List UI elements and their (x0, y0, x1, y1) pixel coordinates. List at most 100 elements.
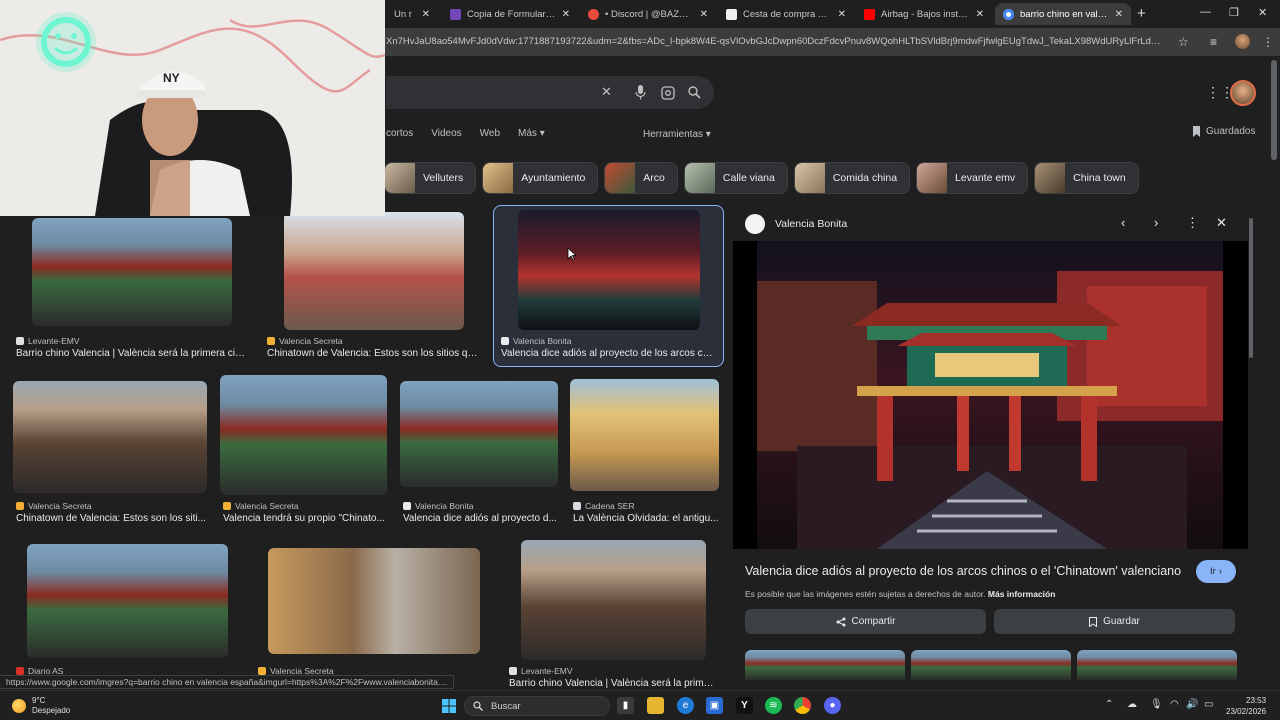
tab-close-icon[interactable]: ✕ (700, 9, 708, 20)
related-image[interactable] (745, 650, 905, 680)
result-source: Valencia Secreta (267, 336, 343, 346)
related-image[interactable] (911, 650, 1071, 680)
maximize-icon[interactable]: ❐ (1229, 6, 1239, 19)
tools-button[interactable]: Herramientas ▾ (643, 129, 711, 140)
app-icon[interactable]: ● (824, 697, 841, 714)
network-status-icon[interactable]: ☁ (1127, 699, 1137, 710)
image-result[interactable]: Diario AS (14, 540, 242, 680)
visit-button[interactable]: Ir › (1196, 560, 1236, 583)
result-title[interactable]: Valencia dice adiós al proyecto d... (403, 513, 558, 524)
store-icon[interactable]: ▣ (706, 697, 723, 714)
microphone-icon[interactable]: 🎙 (1150, 699, 1163, 710)
system-clock[interactable]: 23:53 23/02/2026 (1226, 695, 1266, 717)
result-title[interactable]: Barrio chino Valencia | València será la… (16, 348, 248, 359)
result-source: Valencia Bonita (501, 336, 571, 346)
result-title[interactable]: Barrio chino Valencia | València será la… (509, 678, 719, 689)
image-result[interactable]: Valencia Secreta Chinatown de Valencia: … (13, 377, 209, 525)
source-favicon-icon (16, 502, 24, 510)
result-title[interactable]: Chinatown de Valencia: Estos son los sit… (16, 513, 206, 524)
tab-more[interactable]: Más ▾ (518, 128, 545, 142)
chip-calle-viana[interactable]: Calle viana (683, 162, 788, 194)
edge-icon[interactable]: e (677, 697, 694, 714)
chrome-icon[interactable] (794, 697, 811, 714)
result-title[interactable]: Valencia tendrá su propio "Chinato... (223, 513, 388, 524)
browser-tab[interactable]: Copia de Formulario sin t ✕ (442, 3, 578, 25)
chip-velluters[interactable]: Velluters (384, 162, 477, 194)
yahoo-icon[interactable]: Y (736, 697, 753, 714)
tab-close-icon[interactable]: ✕ (422, 9, 430, 20)
result-title[interactable]: Valencia dice adiós al proyecto de los a… (501, 348, 717, 359)
new-tab-icon[interactable]: + (1137, 5, 1146, 22)
lens-search-icon[interactable] (661, 86, 675, 100)
search-icon[interactable] (688, 86, 701, 99)
chip-levante-emv[interactable]: Levante emv (916, 162, 1029, 194)
result-title[interactable]: La València Olvidada: el antigu... (573, 513, 721, 524)
tab-title: barrio chino en valencia e (1020, 8, 1109, 20)
tab-shorts[interactable]: cortos (386, 128, 413, 142)
minimize-icon[interactable]: — (1200, 6, 1211, 18)
browser-tab[interactable]: Un r ✕ (386, 3, 438, 25)
saved-button[interactable]: Guardados (1192, 126, 1255, 137)
page-scrollbar[interactable] (1271, 60, 1277, 160)
chip-china-town[interactable]: China town (1034, 162, 1139, 194)
tab-close-icon[interactable]: ✕ (1115, 9, 1123, 20)
chip-arco[interactable]: Arco (604, 162, 678, 194)
spotify-icon[interactable]: ≋ (765, 697, 782, 714)
browser-tab[interactable]: Airbag - Bajos instintos - ✕ (856, 3, 992, 25)
profile-avatar[interactable] (1235, 34, 1250, 49)
previous-image-icon[interactable]: ‹ (1121, 215, 1125, 230)
browser-tab[interactable]: Cesta de compra Amazon ✕ (718, 3, 854, 25)
account-avatar[interactable] (1230, 80, 1256, 106)
weather-widget[interactable]: 9°C Despejado (12, 696, 70, 716)
tab-title: • Discord | @BAZUCRISTO (605, 8, 694, 20)
more-options-icon[interactable]: ⋮ (1186, 215, 1199, 231)
preview-site-name[interactable]: Valencia Bonita (775, 218, 847, 230)
tab-web[interactable]: Web (480, 128, 500, 142)
more-info-link[interactable]: Más información (988, 589, 1056, 599)
image-result-selected[interactable]: Valencia Bonita Valencia dice adiós al p… (493, 205, 724, 367)
windows-start-icon[interactable] (440, 697, 457, 714)
wifi-icon[interactable]: ◠ (1170, 699, 1179, 710)
chip-ayuntamiento[interactable]: Ayuntamiento (482, 162, 599, 194)
file-explorer-icon[interactable] (647, 697, 664, 714)
volume-icon[interactable]: 🔊 (1186, 699, 1198, 710)
close-preview-icon[interactable]: ✕ (1216, 215, 1227, 231)
browser-tab[interactable]: • Discord | @BAZUCRISTO ✕ (580, 3, 716, 25)
preview-image[interactable]: ⦾ (733, 241, 1248, 549)
panel-scrollbar[interactable] (1249, 218, 1253, 358)
voice-search-icon[interactable] (635, 85, 646, 100)
clear-search-icon[interactable]: ✕ (601, 84, 612, 100)
url-field[interactable]: Xn7HvJaU8ao54MvFJd0dVdw:1771887193722&ud… (386, 36, 1166, 47)
image-result[interactable]: Valencia Secreta ños"? (256, 540, 484, 690)
image-result[interactable]: Levante-EMV Barrio chino Valencia | Valè… (14, 210, 250, 362)
preview-title[interactable]: Valencia dice adiós al proyecto de los a… (745, 564, 1185, 578)
media-controls-icon[interactable]: ≡ (1210, 35, 1217, 49)
tab-close-icon[interactable]: ✕ (562, 9, 570, 20)
chip-comida-china[interactable]: Comida china (793, 162, 911, 194)
save-button[interactable]: Guardar (994, 609, 1235, 634)
tab-close-icon[interactable]: ✕ (976, 9, 984, 20)
source-favicon-icon (267, 337, 275, 345)
result-title[interactable]: Chinatown de Valencia: Estos son los sit… (267, 348, 481, 359)
share-button[interactable]: Compartir (745, 609, 986, 634)
chip-label: Levante emv (955, 172, 1016, 184)
battery-icon[interactable]: ▭ (1204, 699, 1213, 710)
related-image[interactable] (1077, 650, 1237, 680)
image-result[interactable]: Cadena SER La València Olvidada: el anti… (570, 377, 720, 525)
window-close-icon[interactable]: ✕ (1258, 6, 1267, 19)
task-view-icon[interactable]: ▮ (617, 697, 634, 714)
browser-tab-active[interactable]: barrio chino en valencia e ✕ (995, 3, 1131, 25)
taskbar-search[interactable]: Buscar (464, 696, 610, 716)
image-result[interactable]: Valencia Secreta Chinatown de Valencia: … (267, 210, 481, 362)
bookmark-star-icon[interactable]: ☆ (1178, 35, 1189, 49)
amazon-favicon-icon (726, 8, 737, 20)
browser-menu-icon[interactable]: ⋮ (1262, 35, 1274, 49)
image-result[interactable]: Levante-EMV Barrio chino Valencia | Valè… (506, 540, 721, 690)
next-image-icon[interactable]: › (1154, 215, 1158, 230)
tab-close-icon[interactable]: ✕ (838, 9, 846, 20)
tab-videos[interactable]: Videos (431, 128, 461, 142)
image-result[interactable]: Valencia Bonita Valencia dice adiós al p… (400, 377, 558, 525)
search-box[interactable]: ✕ (386, 76, 714, 109)
tray-overflow-icon[interactable]: ⌃ (1105, 699, 1113, 710)
image-result[interactable]: Valencia Secreta Valencia tendrá su prop… (220, 375, 388, 525)
